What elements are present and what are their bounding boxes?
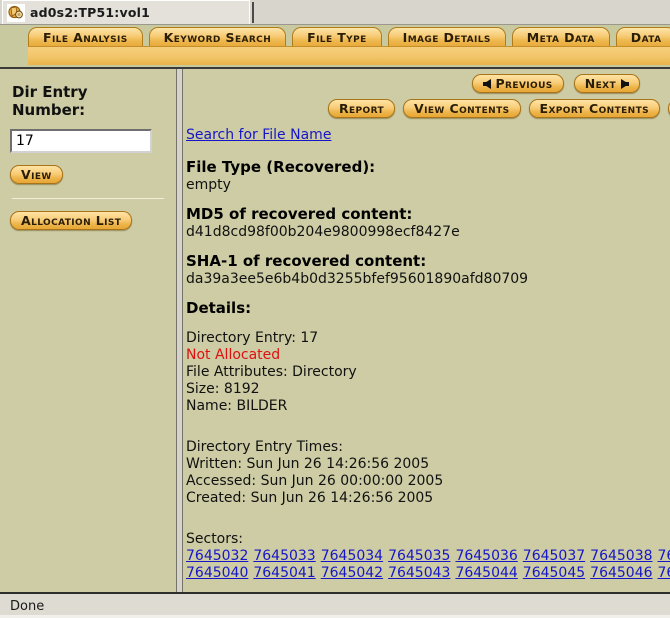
status-text: Done	[10, 598, 45, 614]
sidebar-divider	[12, 198, 164, 199]
tab-data-unit[interactable]: Data	[615, 27, 670, 46]
pane-splitter[interactable]	[176, 69, 183, 592]
sectors-heading: Sectors:	[186, 531, 244, 547]
tab-label: File Analysis	[43, 29, 128, 45]
sector-link[interactable]: 7645041	[253, 565, 315, 581]
sector-link[interactable]: 7645034	[321, 548, 383, 564]
sidebar: Dir Entry Number: View Allocation List	[0, 69, 176, 592]
size-value: Size: 8192	[186, 381, 260, 397]
written-time: Written: Sun Jun 26 14:26:56 2005	[186, 456, 430, 472]
tab-list: File Analysis Keyword Search File Type I…	[28, 27, 670, 47]
autopsy-icon	[7, 3, 25, 22]
tab-label: File Type	[307, 29, 367, 45]
tab-meta-data[interactable]: Meta Data	[511, 27, 610, 46]
dir-entry-number-input[interactable]	[10, 129, 152, 153]
arrow-right-icon	[621, 78, 629, 89]
previous-button-label: Previous	[495, 76, 553, 91]
report-button[interactable]: Report	[327, 99, 396, 118]
tab-keyword-search[interactable]: Keyword Search	[148, 27, 287, 46]
details-heading: Details:	[186, 299, 252, 317]
accessed-time: Accessed: Sun Jun 26 00:00:00 2005	[186, 473, 444, 489]
view-contents-button-label: View Contents	[414, 101, 510, 116]
sector-link[interactable]: 7645036	[455, 548, 517, 564]
content-pane: Previous Next Report View Contents Expor…	[183, 69, 670, 592]
tab-file-type[interactable]: File Type	[292, 27, 382, 46]
sector-link[interactable]: 7645033	[253, 548, 315, 564]
sha1-heading: SHA-1 of recovered content:	[186, 252, 427, 270]
tab-image-details[interactable]: Image Details	[387, 27, 506, 46]
sector-link[interactable]: 7645044	[455, 565, 517, 581]
allocation-list-button-label: Allocation List	[21, 213, 122, 228]
next-button[interactable]: Next	[573, 74, 640, 93]
sector-link[interactable]: 7645035	[388, 548, 450, 564]
sector-link[interactable]: 7645047	[658, 565, 670, 581]
window-tab[interactable]: ad0s2:TP51:vol1	[2, 0, 250, 24]
md5-heading: MD5 of recovered content:	[186, 205, 413, 223]
directory-entry-times-heading: Directory Entry Times:	[186, 439, 343, 455]
view-contents-button[interactable]: View Contents	[403, 99, 521, 118]
sector-link[interactable]: 7645037	[523, 548, 585, 564]
title-separator	[252, 2, 254, 23]
allocation-status: Not Allocated	[186, 347, 281, 363]
search-for-file-name-link[interactable]: Search for File Name	[186, 127, 331, 143]
report-button-label: Report	[338, 101, 385, 116]
sector-row-1: 7645032 7645033 7645034 7645035 7645036 76450…	[186, 548, 670, 565]
md5-value: d41d8cd98f00b204e9800998ecf8427e	[186, 224, 460, 240]
status-bar: Done	[0, 592, 670, 618]
allocation-list-button[interactable]: Allocation List	[10, 211, 133, 230]
title-bar: ad0s2:TP51:vol1	[0, 0, 670, 25]
tab-strip-base	[28, 46, 670, 65]
export-contents-button[interactable]: Export Contents	[528, 99, 661, 118]
work-area: Dir Entry Number: View Allocation List P…	[0, 67, 670, 592]
sector-link[interactable]: 7645043	[388, 565, 450, 581]
window-title: ad0s2:TP51:vol1	[30, 5, 151, 20]
sector-link[interactable]: 7645045	[523, 565, 585, 581]
tab-label: Keyword Search	[163, 29, 272, 45]
previous-button[interactable]: Previous	[471, 74, 564, 93]
arrow-left-icon	[482, 78, 491, 89]
sector-link[interactable]: 7645039	[658, 548, 670, 564]
name-value: Name: BILDER	[186, 398, 288, 414]
view-button-label: View	[21, 167, 52, 182]
tab-file-analysis[interactable]: File Analysis	[28, 27, 143, 46]
sha1-value: da39a3ee5e6b4b0d3255bfef95601890afd80709	[186, 271, 529, 287]
export-contents-button-label: Export Contents	[539, 101, 650, 116]
view-button[interactable]: View	[10, 165, 63, 184]
tab-label: Image Details	[402, 29, 491, 45]
directory-entry-value: Directory Entry: 17	[186, 330, 319, 346]
sector-link[interactable]: 7645040	[186, 565, 248, 581]
action-toolbar: Report View Contents Export Contents Ad	[183, 93, 670, 118]
sector-row-2: 7645040 7645041 7645042 7645043 7645044 76450…	[186, 565, 670, 582]
file-type-value: empty	[186, 177, 231, 193]
next-button-label: Next	[584, 76, 616, 91]
sector-link[interactable]: 7645042	[321, 565, 383, 581]
file-type-heading: File Type (Recovered):	[186, 158, 376, 176]
tab-strip: File Analysis Keyword Search File Type I…	[0, 25, 670, 93]
tab-label: Meta Data	[526, 29, 595, 45]
sector-link[interactable]: 7645046	[590, 565, 652, 581]
navigation-toolbar: Previous Next	[183, 69, 648, 93]
sector-link[interactable]: 7645032	[186, 548, 248, 564]
sector-link[interactable]: 7645038	[590, 548, 652, 564]
tab-label: Data	[630, 29, 662, 45]
metadata-document: File Type (Recovered): empty MD5 of reco…	[183, 143, 670, 592]
dir-entry-number-label: Dir Entry Number:	[12, 83, 88, 119]
created-time: Created: Sun Jun 26 14:26:56 2005	[186, 490, 434, 506]
file-attributes-value: File Attributes: Directory	[186, 364, 357, 380]
